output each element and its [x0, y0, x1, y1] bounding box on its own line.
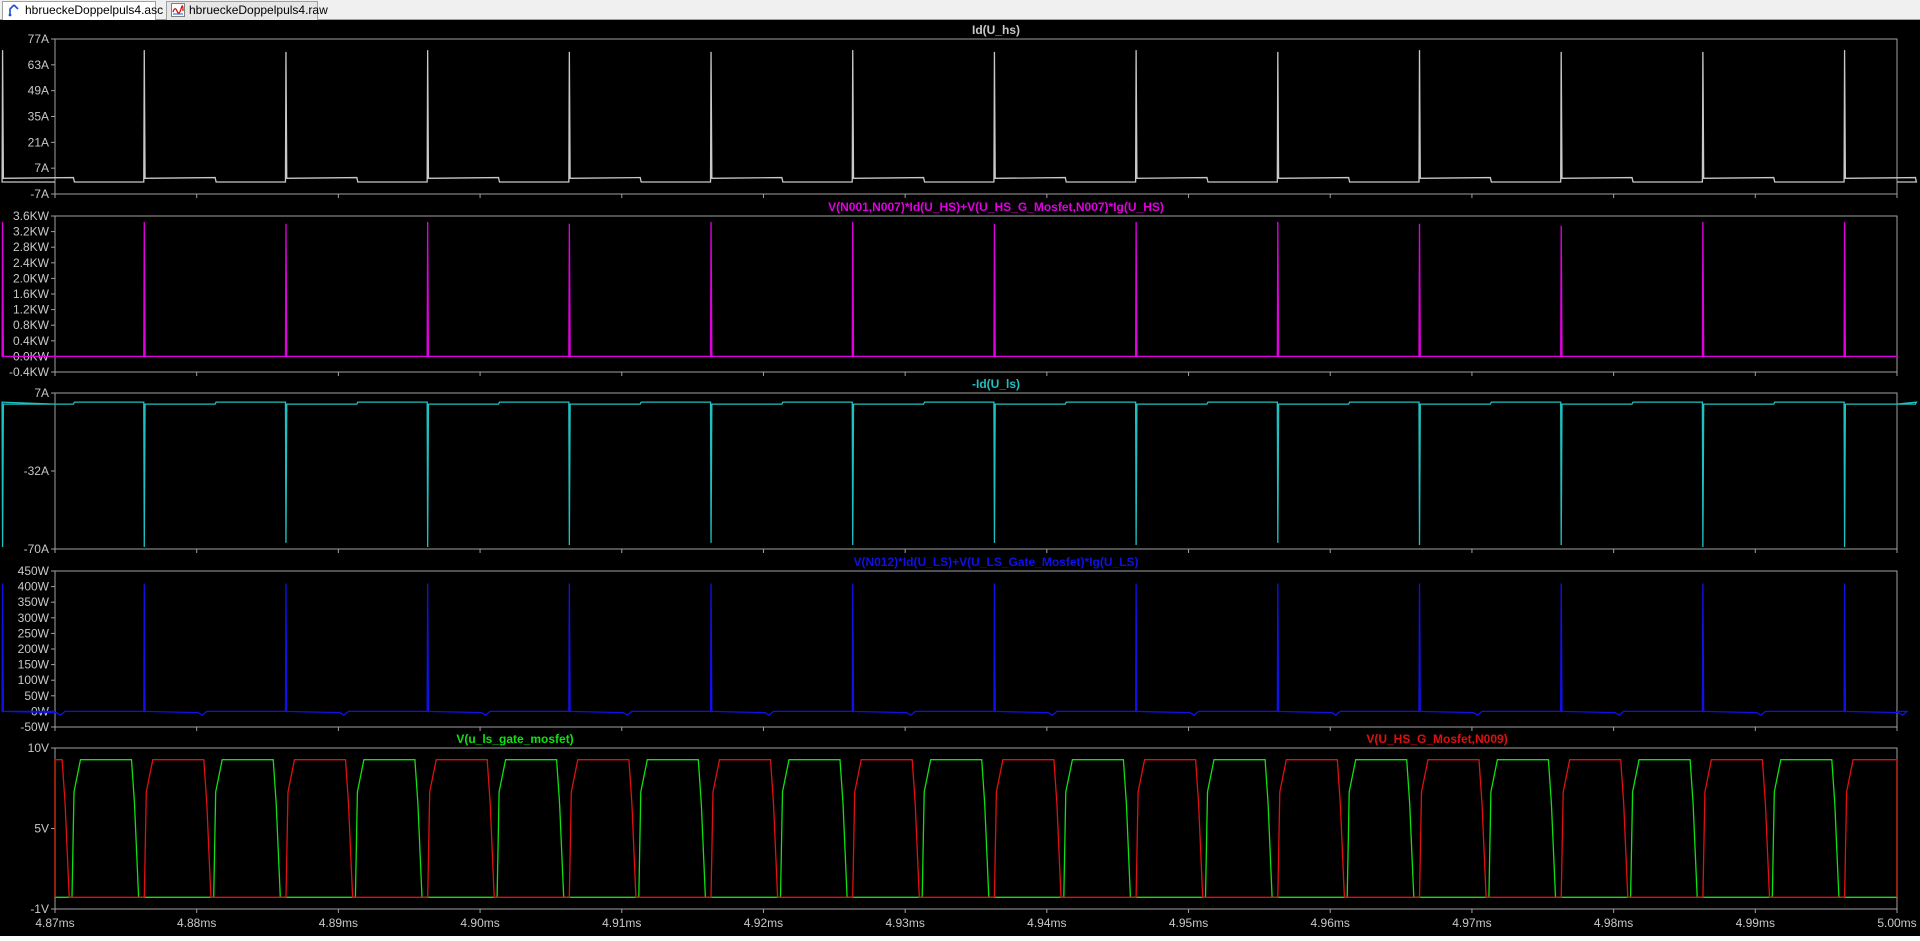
- y-tick-label: 3.6KW: [13, 209, 50, 223]
- x-tick-label: 4.88ms: [177, 916, 216, 930]
- trace-label-hs-power: V(N001,N007)*Id(U_HS)+V(U_HS_G_Mosfet,N0…: [828, 200, 1164, 214]
- y-tick-label: -1V: [30, 902, 49, 916]
- y-tick-label: 0.4KW: [13, 334, 50, 348]
- y-tick-label: 150W: [18, 658, 50, 672]
- y-tick-label: 200W: [18, 642, 50, 656]
- trace-label-ls-power: V(N012)*Id(U_LS)+V(U_LS_Gate_Mosfet)*Ig(…: [853, 555, 1138, 569]
- y-tick-label: -32A: [24, 464, 49, 478]
- waveform-icon: [171, 3, 185, 17]
- y-tick-label: -7A: [30, 187, 49, 201]
- y-tick-label: 2.8KW: [13, 240, 50, 254]
- y-tick-label: -70A: [24, 542, 49, 556]
- y-tick-label: 7A: [34, 386, 49, 400]
- document-tab-bar: hbrueckeDoppelpuls4.asc hbrueckeDoppelpu…: [0, 0, 1920, 20]
- y-tick-label: 0.8KW: [13, 318, 50, 332]
- plot-pane-2[interactable]: 3.6KW 3.2KW2.8KW 2.4KW2.0KW 1.6KW 1.2KW0.8KW…: [2, 200, 1897, 379]
- y-tick-label: -0.4KW: [9, 365, 50, 379]
- plot-pane-1[interactable]: 77A 63A 49A 35A 21A 7A -7A Id(U_hs): [2, 23, 1916, 201]
- y-tick-label: 350W: [18, 595, 50, 609]
- x-tick-label: 4.97ms: [1452, 916, 1491, 930]
- trace-label-id-u-ls: -Id(U_ls): [972, 377, 1020, 391]
- y-tick-label: 3.2KW: [13, 225, 50, 239]
- trace-label-id-u-hs: Id(U_hs): [972, 23, 1020, 37]
- y-tick-label: -50W: [20, 720, 49, 734]
- trace-label-ls-gate: V(u_ls_gate_mosfet): [456, 732, 573, 746]
- y-tick-label: 1.2KW: [13, 303, 50, 317]
- x-tick-label: 4.89ms: [319, 916, 358, 930]
- x-tick-label: 4.94ms: [1027, 916, 1066, 930]
- plot-pane-5[interactable]: 10V 5V -1V V(u_ls_gate_mosfet) V(U_HS_G_Mosf…: [28, 732, 1897, 916]
- y-tick-label: 100W: [18, 673, 50, 687]
- pane-frame: [55, 39, 1897, 194]
- trace-label-hs-gate: V(U_HS_G_Mosfet,N009): [1366, 732, 1507, 746]
- waveform-plot-area[interactable]: 77A63A49A35A21A7A-7AId(U_hs)3.6KW3.2KW2.…: [0, 20, 1920, 936]
- y-tick-label: 7A: [34, 161, 49, 175]
- y-tick-label: 35A: [28, 110, 49, 124]
- x-tick-label: 4.95ms: [1169, 916, 1208, 930]
- y-tick-label: 21A: [28, 135, 49, 149]
- y-tick-label: 300W: [18, 611, 50, 625]
- y-tick-label: 450W: [18, 564, 50, 578]
- tab-waveform-label: hbrueckeDoppelpuls4.raw: [189, 3, 328, 17]
- y-tick-label: 2.0KW: [13, 271, 50, 285]
- plot-pane-3[interactable]: 7A -32A -70A -Id(U_ls): [2, 377, 1916, 556]
- x-tick-label: 4.99ms: [1736, 916, 1775, 930]
- tab-schematic[interactable]: hbrueckeDoppelpuls4.asc: [2, 1, 156, 20]
- x-tick-label: 4.87ms: [35, 916, 74, 930]
- y-tick-label: 63A: [28, 58, 49, 72]
- y-tick-label: 50W: [24, 689, 49, 703]
- y-tick-label: 250W: [18, 626, 50, 640]
- y-tick-label: 5V: [34, 822, 49, 836]
- pane-frame: [55, 216, 1897, 372]
- x-tick-label: 4.92ms: [744, 916, 783, 930]
- schematic-icon: [7, 3, 21, 17]
- tab-schematic-label: hbrueckeDoppelpuls4.asc: [25, 3, 163, 17]
- y-tick-label: 400W: [18, 580, 50, 594]
- x-tick-label: 4.98ms: [1594, 916, 1633, 930]
- y-tick-label: 1.6KW: [13, 287, 50, 301]
- y-tick-label: 2.4KW: [13, 256, 50, 270]
- x-tick-label: 5.00ms: [1877, 916, 1916, 930]
- plot-pane-4[interactable]: 450W400W350W300W250W200W150W100W50W0W-50…: [2, 555, 1907, 734]
- pane-frame: [55, 571, 1897, 727]
- pane-frame: [55, 393, 1897, 549]
- waveform-viewer[interactable]: 77A63A49A35A21A7A-7AId(U_hs)3.6KW3.2KW2.…: [0, 20, 1920, 936]
- x-tick-label: 4.93ms: [885, 916, 924, 930]
- tab-waveform[interactable]: hbrueckeDoppelpuls4.raw: [166, 1, 318, 20]
- y-tick-label: 10V: [28, 741, 49, 755]
- pane-frame: [55, 748, 1897, 909]
- y-tick-label: 77A: [28, 32, 49, 46]
- y-tick-label: 49A: [28, 84, 49, 98]
- x-tick-label: 4.90ms: [460, 916, 499, 930]
- x-tick-label: 4.91ms: [602, 916, 641, 930]
- x-tick-label: 4.96ms: [1311, 916, 1350, 930]
